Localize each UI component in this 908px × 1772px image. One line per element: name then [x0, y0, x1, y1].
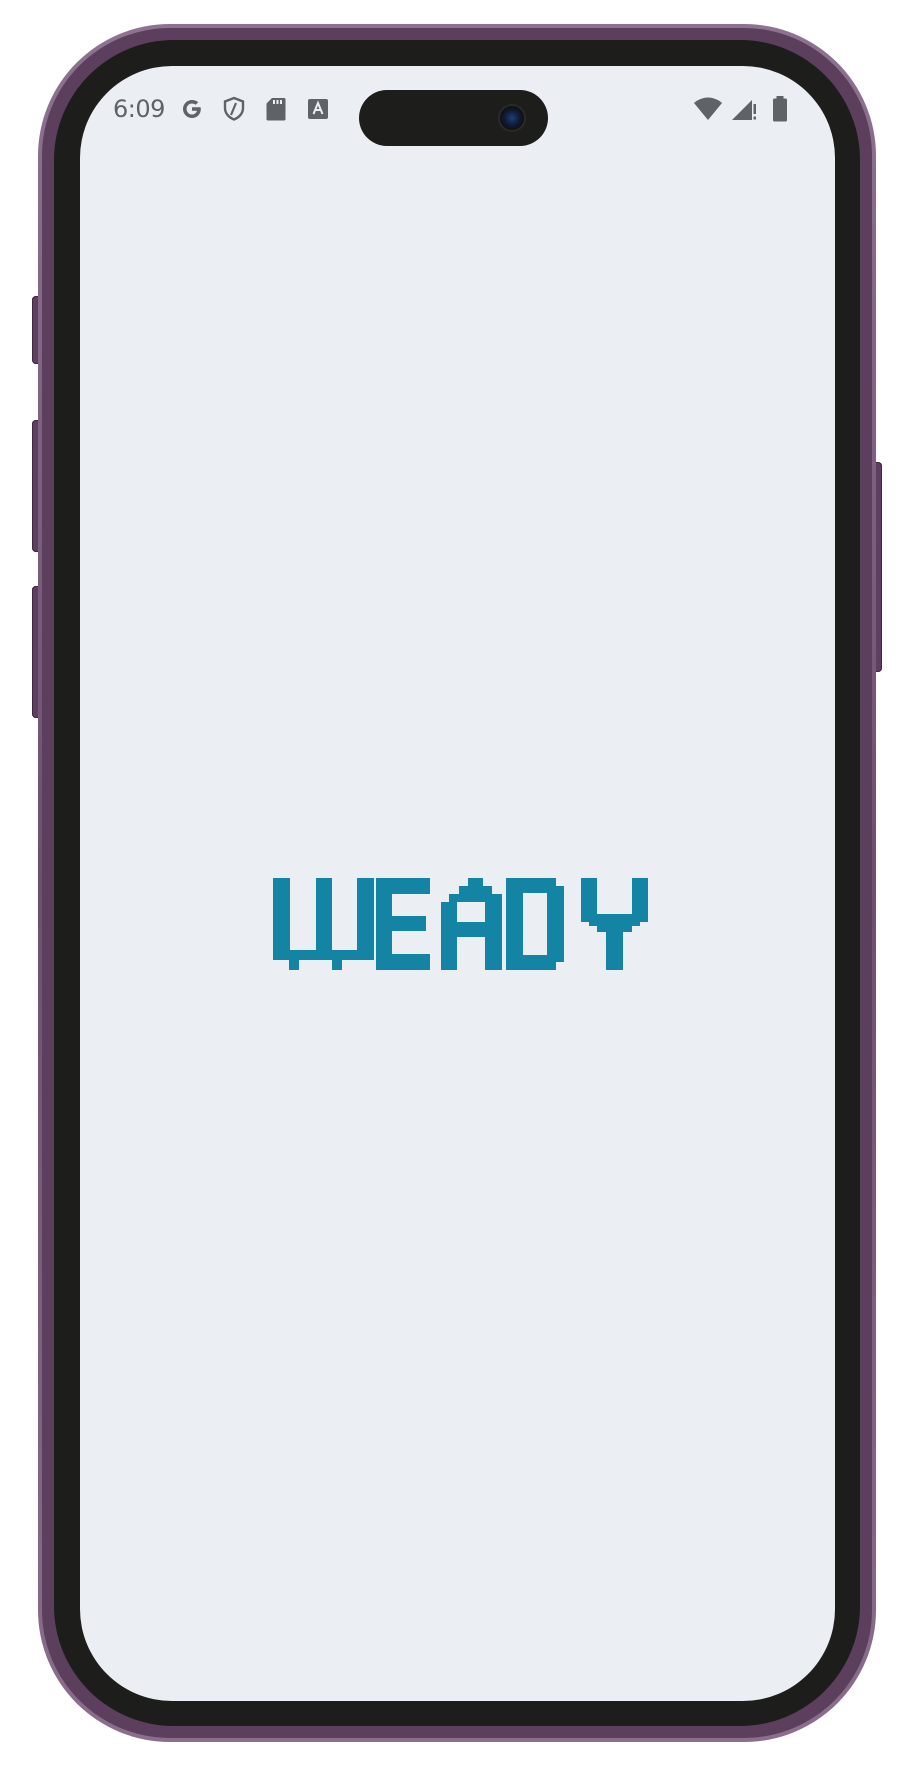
splash-content: WEADY — [80, 66, 835, 1701]
device-mockup: 6:09 — [0, 0, 908, 1772]
app-screen: 6:09 — [80, 66, 835, 1701]
weady-logo — [273, 878, 648, 970]
logo-text: WEADY — [80, 66, 81, 67]
